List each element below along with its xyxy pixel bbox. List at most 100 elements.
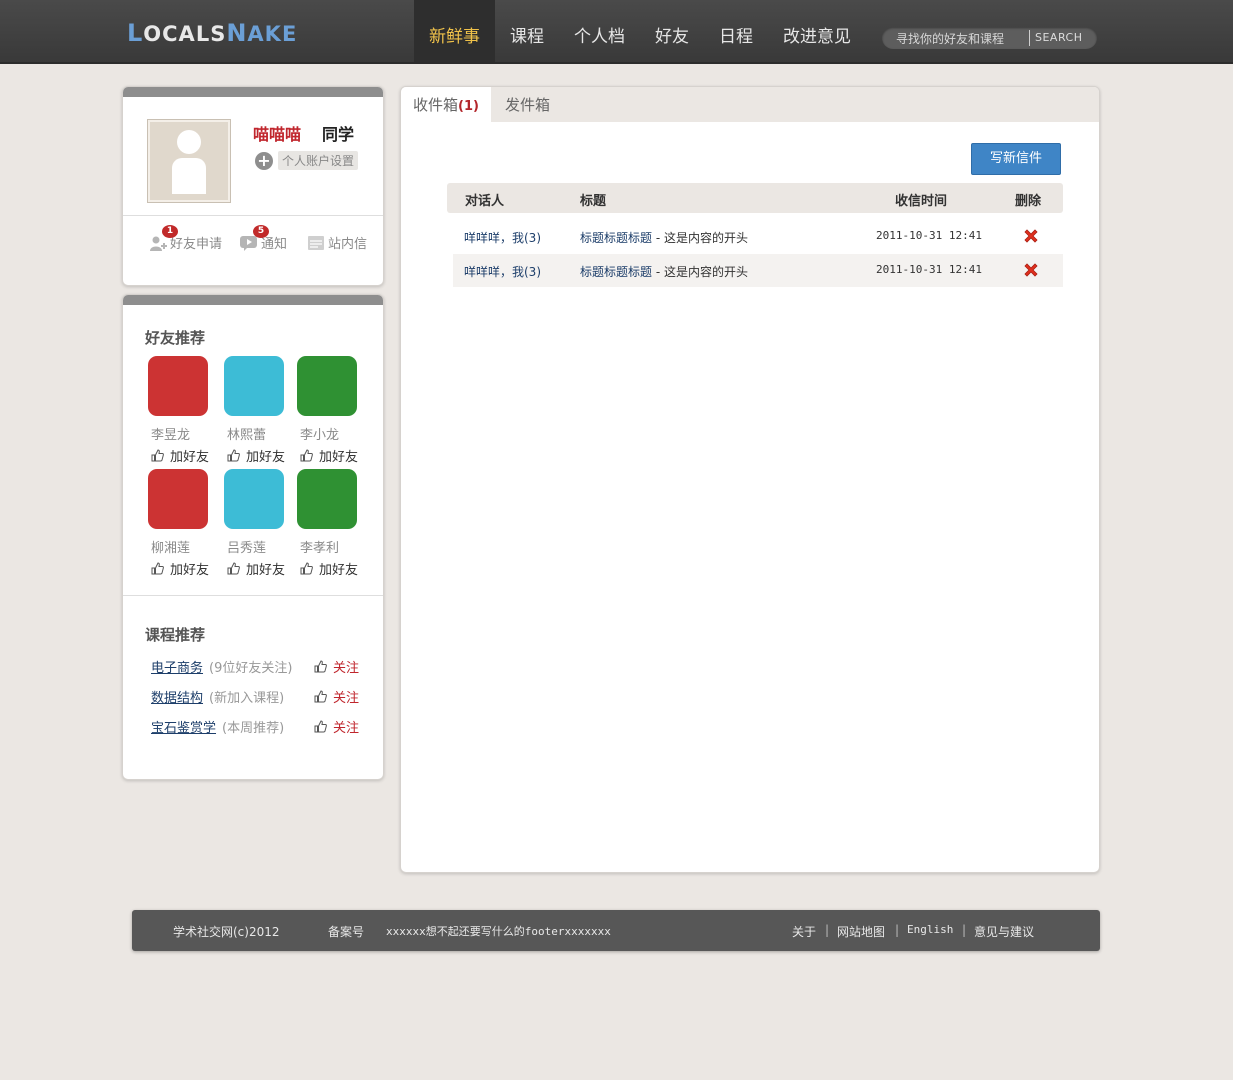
site-messages-label: 站内信 (328, 237, 368, 252)
recommend-panel: 好友推荐 李昱龙 加好友 林熙蕾 加好友 李小龙 加好友 柳湘莲 加好友 吕秀莲… (122, 294, 384, 780)
friend-name: 林熙蕾 (227, 428, 267, 443)
site-messages-link[interactable]: 站内信 (307, 233, 367, 252)
avatar-head-shape (177, 130, 201, 154)
friend-requests-link[interactable]: 1 好友申请 (149, 224, 222, 252)
table-row[interactable]: 咩咩咩，我(3) 标题标题标题 - 这是内容的开头 2011-10-31 12:… (453, 220, 1063, 253)
nav-item-news[interactable]: 新鲜事 (414, 0, 495, 62)
nav-item-feedback[interactable]: 改进意见 (768, 0, 866, 62)
separator-dash: - (652, 265, 664, 279)
compose-button[interactable]: 写新信件 (971, 143, 1061, 175)
mail-title: 标题标题标题 (580, 265, 653, 279)
follow-label: 关注 (333, 661, 360, 676)
footer: 学术社交网(c)2012 备案号 xxxxxx想不起还要写什么的footerxx… (132, 910, 1100, 951)
friend-card: 林熙蕾 加好友 (224, 356, 294, 465)
column-header-delete: 删除 (1015, 194, 1042, 209)
message-icon (307, 235, 325, 251)
delete-icon[interactable] (1023, 228, 1039, 244)
add-friend-label: 加好友 (170, 450, 210, 465)
friend-avatar[interactable] (148, 356, 208, 416)
search-button[interactable]: SEARCH (1035, 31, 1083, 44)
mail-preview: 这是内容的开头 (663, 231, 748, 245)
course-link[interactable]: 电子商务 (151, 657, 203, 676)
mailbox-panel: 收件箱(1) 发件箱 写新信件 对话人 标题 收信时间 删除 咩咩咩，我(3) … (400, 86, 1100, 873)
friend-avatar[interactable] (297, 469, 357, 529)
add-friend-button[interactable]: 加好友 (224, 446, 294, 465)
conversation-peer[interactable]: 咩咩咩，我(3) (464, 263, 541, 280)
account-settings-label: 个人账户设置 (278, 151, 359, 170)
add-friend-button[interactable]: 加好友 (297, 559, 367, 578)
search-divider (1029, 30, 1030, 46)
column-header-peer: 对话人 (465, 194, 505, 209)
table-row[interactable]: 咩咩咩，我(3) 标题标题标题 - 这是内容的开头 2011-10-31 12:… (453, 254, 1063, 287)
plus-circle-icon: + (255, 151, 273, 170)
footer-link-english[interactable]: English (907, 923, 953, 936)
add-friend-label: 加好友 (170, 563, 210, 578)
thumbs-up-icon (227, 562, 240, 575)
friend-card: 柳湘莲 加好友 (148, 469, 218, 578)
mail-subject[interactable]: 标题标题标题 - 这是内容的开头 (580, 229, 748, 246)
profile-panel: 喵喵喵 同学 + 个人账户设置 1 好友申请 5 通知 站内信 (122, 86, 384, 286)
follow-button[interactable]: 关注 (311, 687, 359, 706)
tab-outbox[interactable]: 发件箱 (493, 87, 562, 122)
panel-header-bar (123, 87, 383, 97)
friend-avatar[interactable] (148, 469, 208, 529)
course-item: 数据结构 (新加入课程) 关注 (151, 687, 361, 706)
avatar[interactable] (147, 119, 231, 203)
panel-header-bar (123, 295, 383, 305)
site-logo[interactable]: LOCALSNAKE (127, 21, 297, 46)
add-friend-button[interactable]: 加好友 (297, 446, 367, 465)
add-friend-button[interactable]: 加好友 (224, 559, 294, 578)
footer-link-feedback[interactable]: 意见与建议 (974, 923, 1034, 940)
notifications-link[interactable]: 5 通知 (240, 224, 287, 252)
user-name-suffix: 同学 (322, 125, 355, 144)
friend-avatar[interactable] (224, 356, 284, 416)
footer-link-sitemap[interactable]: 网站地图 (837, 923, 885, 940)
mail-subject[interactable]: 标题标题标题 - 这是内容的开头 (580, 263, 748, 280)
course-note: (9位好友关注) (209, 661, 293, 676)
tab-inbox-count: (1) (458, 99, 479, 114)
tab-outbox-label: 发件箱 (505, 96, 551, 114)
received-time: 2011-10-31 12:41 (876, 263, 982, 276)
friend-name: 李孝利 (300, 541, 340, 556)
thumbs-up-icon (314, 660, 327, 673)
thumbs-up-icon (300, 562, 313, 575)
add-friend-button[interactable]: 加好友 (148, 559, 218, 578)
course-link[interactable]: 数据结构 (151, 687, 203, 706)
search-input[interactable] (894, 29, 1028, 49)
logo-text-part: N (226, 19, 248, 47)
notifications-badge: 5 (253, 224, 269, 238)
notification-icon: 5 (240, 224, 269, 251)
footer-link-about[interactable]: 关于 (792, 923, 816, 940)
friend-card: 李孝利 加好友 (297, 469, 367, 578)
divider (123, 215, 383, 216)
friend-card: 李小龙 加好友 (297, 356, 367, 465)
nav-item-courses[interactable]: 课程 (495, 0, 559, 62)
logo-text-part: L (127, 19, 144, 47)
friend-avatar[interactable] (297, 356, 357, 416)
tab-inbox[interactable]: 收件箱(1) (401, 87, 491, 122)
friend-avatar[interactable] (224, 469, 284, 529)
delete-icon[interactable] (1023, 262, 1039, 278)
nav-item-profile[interactable]: 个人档 (559, 0, 640, 62)
thumbs-up-icon (227, 449, 240, 462)
nav-item-schedule[interactable]: 日程 (704, 0, 768, 62)
add-friend-label: 加好友 (246, 450, 286, 465)
search-box: SEARCH (882, 27, 1097, 49)
add-friend-label: 加好友 (319, 450, 359, 465)
follow-button[interactable]: 关注 (311, 717, 359, 736)
follow-button[interactable]: 关注 (311, 657, 359, 676)
add-friend-button[interactable]: 加好友 (148, 446, 218, 465)
friend-name: 李小龙 (300, 428, 340, 443)
account-settings-link[interactable]: + 个人账户设置 (255, 151, 359, 170)
mail-table-header: 对话人 标题 收信时间 删除 (447, 183, 1063, 213)
mail-tabs: 收件箱(1) 发件箱 (401, 87, 1099, 122)
course-link[interactable]: 宝石鉴赏学 (151, 717, 216, 736)
footer-beian[interactable]: 备案号 (328, 923, 364, 940)
logo-text-part: OCALS (143, 22, 227, 46)
friend-name: 柳湘莲 (151, 541, 191, 556)
follow-label: 关注 (333, 721, 360, 736)
conversation-peer[interactable]: 咩咩咩，我(3) (464, 229, 541, 246)
mail-title: 标题标题标题 (580, 231, 653, 245)
friend-recommend-title: 好友推荐 (145, 329, 206, 347)
nav-item-friends[interactable]: 好友 (640, 0, 704, 62)
